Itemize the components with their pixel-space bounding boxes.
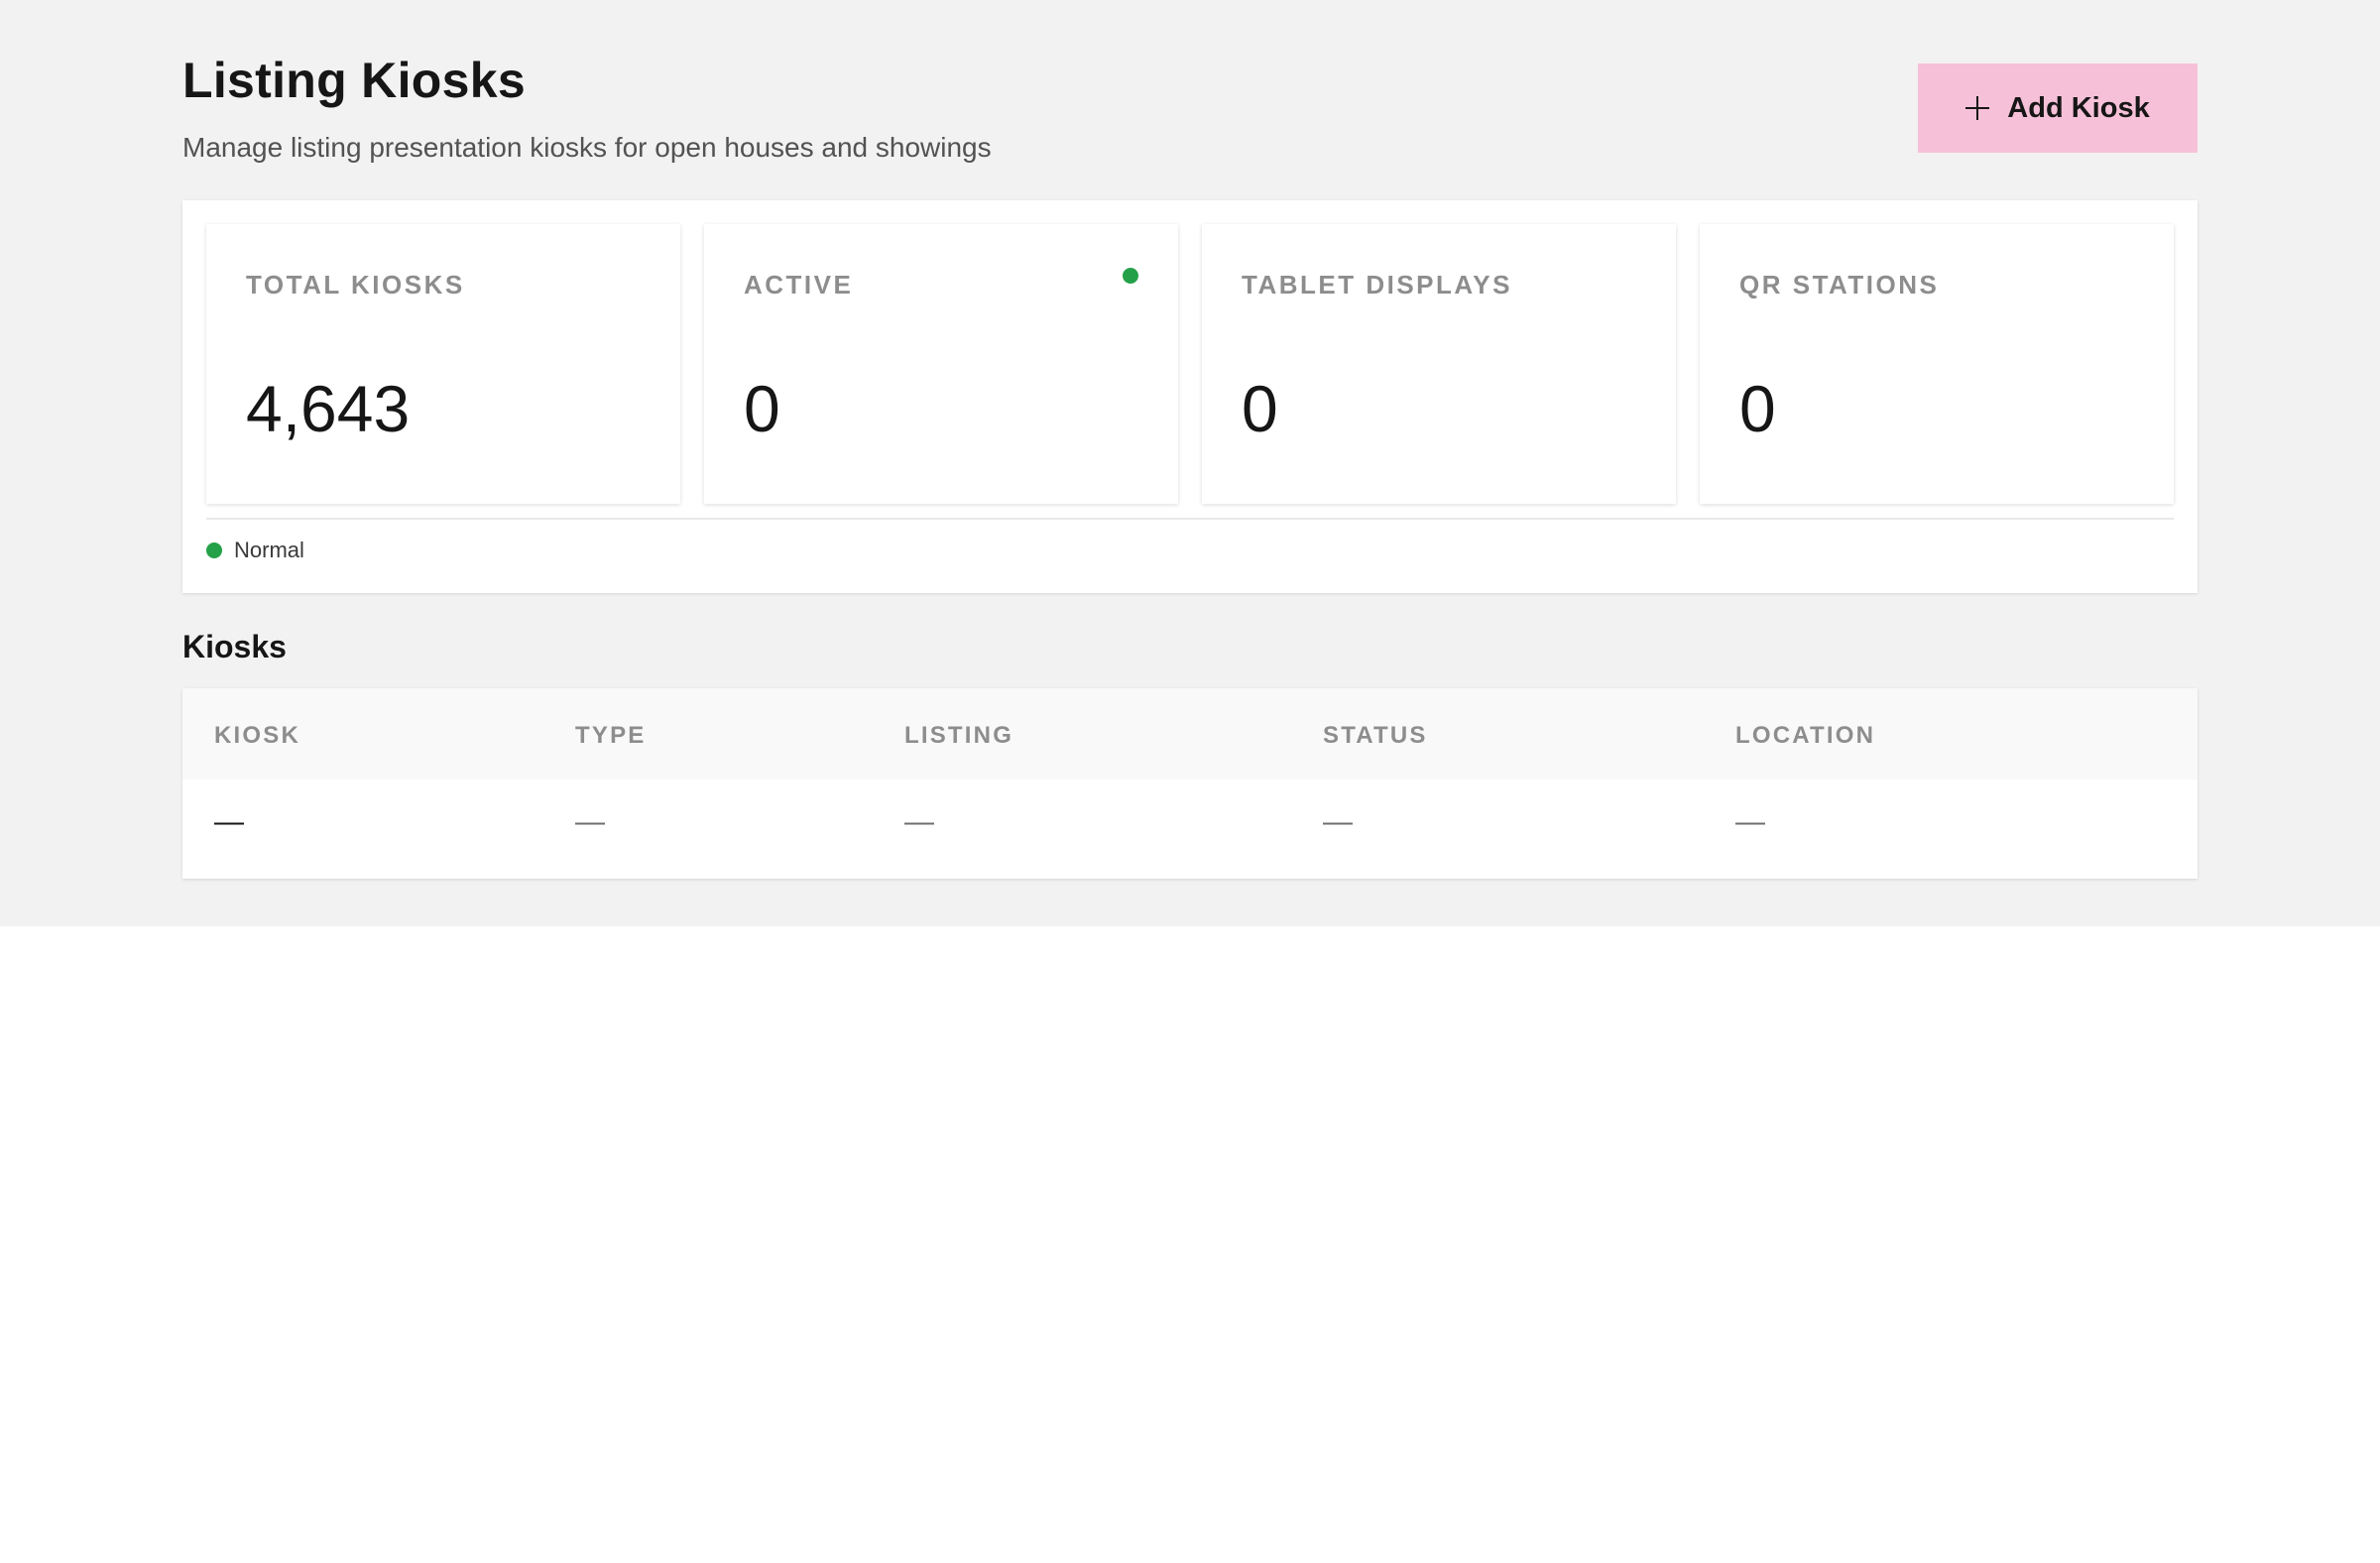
kiosks-table: KIOSK TYPE LISTING STATUS LOCATION — — —…: [182, 688, 2198, 879]
table-cell-location: —: [1735, 805, 1765, 838]
status-indicator-dot: [1123, 268, 1138, 284]
column-header-status[interactable]: STATUS: [1323, 722, 1428, 750]
status-legend: Normal: [206, 538, 304, 563]
table-cell-type: —: [575, 805, 605, 838]
stat-card-tablet-displays: TABLET DISPLAYS 0: [1202, 224, 1676, 504]
stat-label: TOTAL KIOSKS: [246, 270, 465, 300]
stat-label: TABLET DISPLAYS: [1242, 270, 1512, 300]
main-content: Listing Kiosks Manage listing presentati…: [182, 0, 2198, 879]
divider: [206, 518, 2174, 520]
column-header-listing[interactable]: LISTING: [904, 722, 1013, 750]
kiosks-section-title: Kiosks: [182, 629, 287, 664]
stat-card-active: ACTIVE 0: [704, 224, 1178, 504]
legend-dot: [206, 542, 222, 558]
stat-value: 0: [1242, 372, 1278, 445]
column-header-location[interactable]: LOCATION: [1735, 722, 1875, 750]
stat-value: 4,643: [246, 372, 411, 445]
plus-icon: [1965, 96, 1990, 120]
stats-panel: TOTAL KIOSKS 4,643 ACTIVE 0 TABLET DISPL…: [182, 200, 2198, 593]
stat-value: 0: [1739, 372, 1776, 445]
stat-value: 0: [744, 372, 780, 445]
add-kiosk-button-label: Add Kiosk: [2007, 91, 2150, 124]
table-cell-kiosk: —: [214, 805, 244, 838]
column-header-kiosk[interactable]: KIOSK: [214, 722, 300, 750]
page-title: Listing Kiosks: [182, 53, 526, 108]
column-header-type[interactable]: TYPE: [575, 722, 646, 750]
stat-card-total-kiosks: TOTAL KIOSKS 4,643: [206, 224, 680, 504]
legend-label: Normal: [234, 538, 304, 562]
table-cell-status: —: [1323, 805, 1353, 838]
stat-card-qr-stations: QR STATIONS 0: [1700, 224, 2174, 504]
stat-label: QR STATIONS: [1739, 270, 1940, 300]
table-header: KIOSK TYPE LISTING STATUS LOCATION: [182, 688, 2198, 780]
page-header: Listing Kiosks Manage listing presentati…: [182, 0, 2198, 200]
stat-label: ACTIVE: [744, 270, 854, 300]
add-kiosk-button[interactable]: Add Kiosk: [1918, 63, 2198, 153]
page-subtitle: Manage listing presentation kiosks for o…: [182, 132, 992, 163]
table-cell-listing: —: [904, 805, 934, 838]
